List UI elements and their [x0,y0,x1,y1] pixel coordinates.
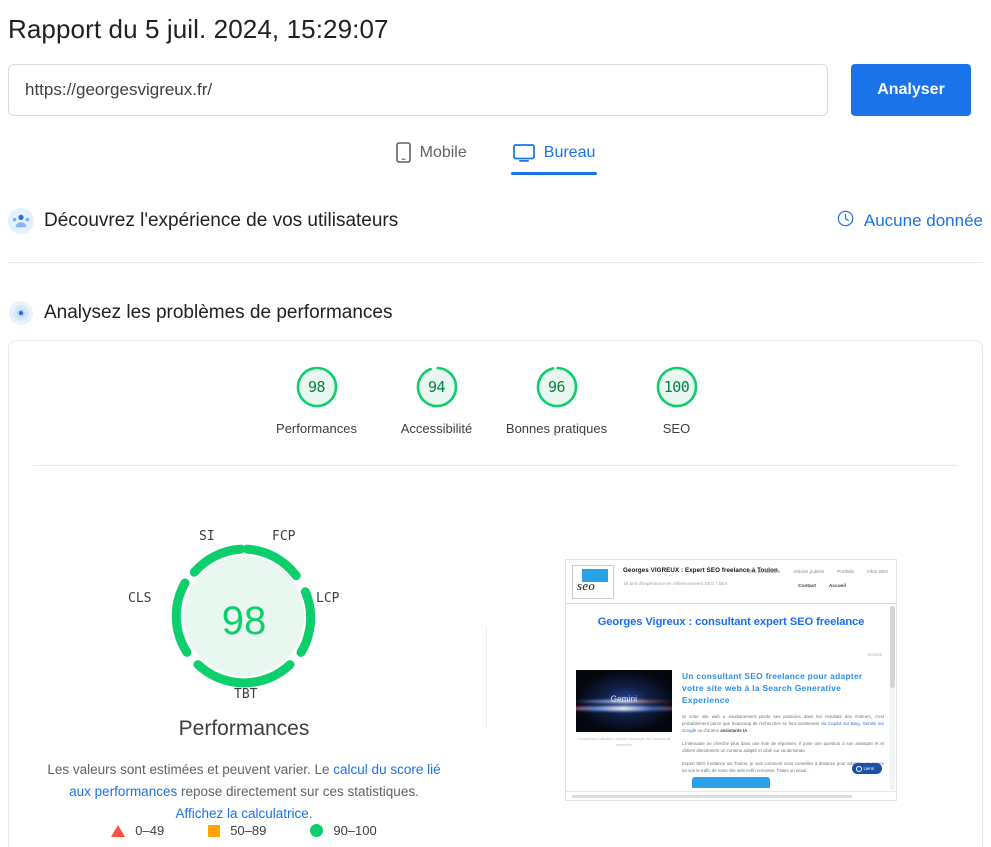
mini-gauge-label: SEO [662,421,691,436]
legend-item-poor: 0–49 [111,823,164,838]
triangle-icon [111,824,126,837]
metric-label-si: SI [199,529,215,544]
performance-gauge: 98 FCP LCP TBT CLS SI [124,521,364,721]
mini-gauge-performances: 98 [293,363,341,411]
url-input[interactable] [8,64,828,116]
thumb-article: Gemini L'expérience utilisateur dépend d… [566,670,896,774]
circle-icon [310,824,324,837]
legend-item-good: 90–100 [310,823,377,838]
metric-label-tbt: TBT [234,687,258,702]
thumb-article-paragraph-2: L'internaute ne cherche plus dans une li… [682,740,884,754]
thumb-nav-item: Accueil [828,584,846,589]
legend-range: 50–89 [230,823,267,838]
legend-item-average: 50–89 [208,823,266,838]
mini-gauge-value: 100 [663,378,690,396]
thumb-cta-button[interactable] [692,777,770,788]
thumb-article-image: Gemini [576,670,672,732]
thumb-page-heading: Georges Vigreux : consultant expert SEO … [597,616,865,628]
tab-mobile[interactable]: Mobile [394,138,469,175]
page-title: Rapport du 5 juil. 2024, 15:29:07 [8,14,389,44]
thumb-logo-text: seo [577,578,596,593]
thumb-nav: Mes prestations Articles publiés Portfol… [748,569,888,574]
tab-bureau-label: Bureau [543,143,596,161]
mini-gauge-value: 98 [307,378,326,396]
mini-gauge-seo: 100 [653,363,701,411]
diagnostics-target-icon [8,300,34,326]
thumb-p1-b: ou d'autres [696,727,721,733]
estimate-note-part1: Les valeurs sont estimées et peuvent var… [47,762,334,777]
thumb-horizontal-scrollbar[interactable] [572,795,852,798]
mobile-icon [395,142,411,163]
mini-gauge-bonnes-pratiques: 96 [533,363,581,411]
thumb-p1-bold: assistants IA [720,727,748,733]
field-data-section-header: Découvrez l'expérience de vos utilisateu… [8,205,983,237]
card-divider [33,465,958,466]
device-tabs: Mobile Bureau [0,138,991,175]
legend-range: 90–100 [333,823,377,838]
thumb-site-header: seo Georges VIGREUX : Expert SEO freelan… [566,560,896,604]
thumb-article-heading: Un consultant SEO freelance pour adapter… [682,671,863,706]
tab-mobile-label: Mobile [419,143,467,161]
thumb-article-text: Un consultant SEO freelance pour adapter… [682,670,884,774]
thumb-nav-item: Portfolio [837,569,855,574]
thumb-figure: Gemini L'expérience utilisateur dépend d… [576,670,672,774]
thumb-nav-item: Mes prestations [747,569,781,574]
mini-gauge-value: 96 [547,378,566,396]
thumb-floating-chip[interactable]: Liens [851,763,882,774]
thumb-nav-secondary: Contact Accueil [798,584,846,589]
thumb-nav-item: Articles publiés [793,569,825,574]
metric-label-lcp: LCP [316,591,340,606]
category-scores: 98 Performances 94 Accessibilité 96 Bonn… [9,363,984,436]
score-legend: 0–49 50–89 90–100 [29,823,459,838]
thumb-bottom-bar [566,791,896,800]
mini-gauge-accessibilite: 94 [413,363,461,411]
category-score-performances[interactable]: 98 Performances [257,363,377,436]
thumb-image-caption: L'expérience utilisateur dépend désormai… [577,737,671,748]
users-experience-icon [8,208,34,234]
analyze-button[interactable]: Analyser [851,64,971,116]
square-icon [208,824,221,837]
url-analyze-row: Analyser [8,64,983,116]
mini-gauge-label: Bonnes pratiques [505,421,608,436]
info-clock-icon [837,210,854,232]
vertical-divider [486,626,487,728]
performance-gauge-block: 98 FCP LCP TBT CLS SI Performances Les v… [29,521,459,825]
thumb-nav-item: Infos SEO [867,569,888,574]
thumb-article-paragraph-1: Si votre site web a soudainement perdu s… [682,713,884,734]
metric-label-fcp: FCP [272,529,296,544]
field-data-title: Découvrez l'expérience de vos utilisateu… [44,210,399,231]
category-score-bonnes-pratiques[interactable]: 96 Bonnes pratiques [497,363,617,436]
no-data-label: Aucune donnée [863,211,983,230]
performance-card: 98 Performances 94 Accessibilité 96 Bonn… [8,340,983,847]
thumb-breadcrumb: Accueil [867,652,882,657]
mini-gauge-value: 94 [427,378,446,396]
thumb-nav-item: Contact [798,584,816,589]
thumb-image-beam [576,705,672,711]
site-screenshot-thumbnail[interactable]: seo Georges VIGREUX : Expert SEO freelan… [565,559,897,801]
thumb-brand-sub: 15 ans d'expérience en référencement SEO… [623,581,728,586]
estimate-note-part2: repose directement sur ces statistiques. [177,783,419,799]
lab-data-section-header: Analysez les problèmes de performances [8,297,983,329]
thumb-p1-c: . [747,727,749,733]
pagespeed-report-page: Rapport du 5 juil. 2024, 15:29:07 Analys… [0,0,991,847]
thumb-scrollbar-thumb[interactable] [890,606,895,688]
mini-gauge-label: Accessibilité [400,421,473,436]
desktop-icon [512,143,535,162]
lab-data-title: Analysez les problèmes de performances [44,302,393,323]
thumb-image-label: Gemini [610,694,638,704]
show-calculator-link[interactable]: Affichez la calculatrice [175,806,308,821]
no-data-status[interactable]: Aucune donnée [837,210,983,232]
category-score-accessibilite[interactable]: 94 Accessibilité [377,363,497,436]
category-score-seo[interactable]: 100 SEO [617,363,737,436]
estimate-note: Les valeurs sont estimées et peuvent var… [29,759,459,825]
section-divider [8,262,983,263]
tab-bureau[interactable]: Bureau [510,138,598,175]
mini-gauge-label: Performances [276,421,357,436]
thumb-logo: seo [572,565,614,599]
legend-range: 0–49 [135,823,165,838]
metric-label-cls: CLS [128,591,152,606]
estimate-note-part3: . [308,805,313,821]
